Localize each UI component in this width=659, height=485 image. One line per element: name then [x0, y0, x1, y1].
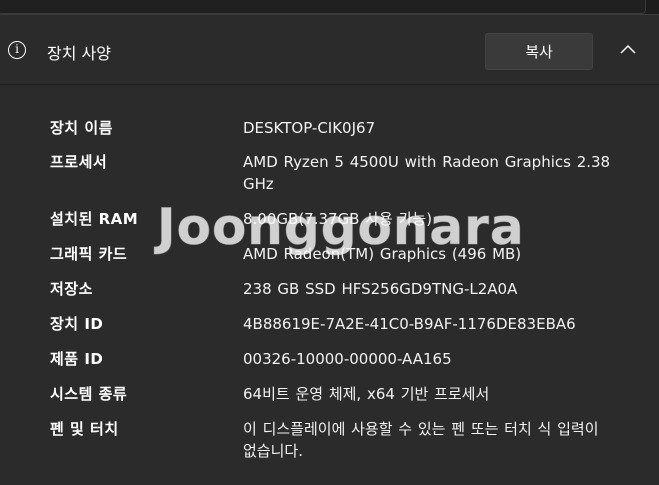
- spec-value: 238 GB SSD HFS256GD9TNG-L2A0A: [243, 280, 518, 298]
- device-specs-card: i 장치 사양 복사 장치 이름 DESKTOP-CIK0J67 프로세서 AM…: [0, 14, 659, 485]
- spec-value: 이 디스플레이에 사용할 수 있는 펜 또는 터치 식 입력이 없습니다.: [243, 420, 599, 460]
- spec-value: AMD Ryzen 5 4500U with Radeon Graphics 2…: [243, 153, 611, 193]
- top-strip: [0, 0, 659, 14]
- spec-label: 저장소: [50, 280, 93, 298]
- spec-label: 설치된 RAM: [50, 210, 139, 228]
- spec-value: 4B88619E-7A2E-41C0-B9AF-1176DE83EBA6: [243, 315, 576, 333]
- spec-value: 64비트 운영 체제, x64 기반 프로세서: [243, 385, 490, 403]
- card-header[interactable]: i 장치 사양 복사: [0, 15, 659, 85]
- spec-label: 시스템 종류: [50, 385, 128, 403]
- spec-label: 그래픽 카드: [50, 245, 128, 263]
- chevron-up-icon[interactable]: [620, 43, 636, 55]
- copy-button[interactable]: 복사: [485, 33, 593, 70]
- spec-value: 8.00GB(7.37GB 사용 가능): [243, 210, 433, 228]
- spec-label: 프로세서: [50, 153, 108, 171]
- info-icon: i: [8, 41, 26, 59]
- spec-value: AMD Radeon(TM) Graphics (496 MB): [243, 245, 522, 263]
- spec-label: 제품 ID: [50, 350, 104, 368]
- card-title: 장치 사양: [47, 44, 111, 63]
- spec-label: 장치 ID: [50, 315, 104, 333]
- spec-value: DESKTOP-CIK0J67: [243, 119, 376, 137]
- spec-value: 00326-10000-00000-AA165: [243, 350, 452, 368]
- previous-card-edge: [0, 0, 646, 14]
- spec-label: 펜 및 터치: [50, 420, 119, 438]
- spec-label: 장치 이름: [50, 119, 113, 137]
